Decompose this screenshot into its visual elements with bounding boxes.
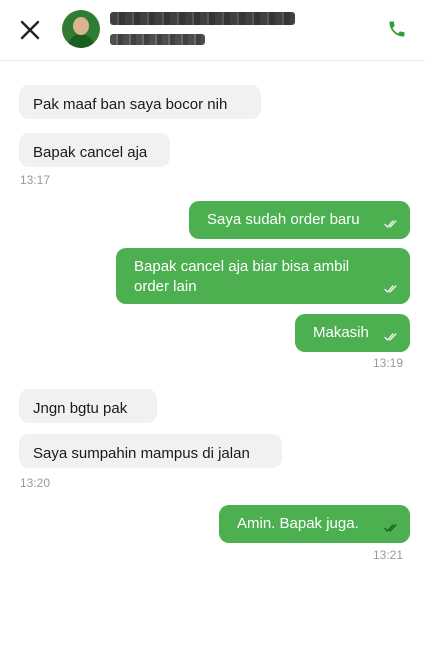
double-check-icon bbox=[384, 285, 397, 293]
timestamp: 13:19 bbox=[373, 356, 404, 370]
message-text: Makasih bbox=[313, 324, 369, 341]
timestamp: 13:21 bbox=[373, 548, 404, 562]
message-text: Pak maaf ban saya bocor nih bbox=[33, 96, 228, 113]
contact-subtitle-redacted bbox=[110, 34, 205, 45]
call-button[interactable] bbox=[382, 14, 412, 44]
incoming-message[interactable]: Pak maaf ban saya bocor nih bbox=[19, 85, 261, 119]
double-check-icon bbox=[384, 524, 397, 532]
message-text: Jngn bgtu pak bbox=[33, 400, 128, 417]
outgoing-message[interactable]: Saya sudah order baru bbox=[189, 201, 410, 239]
avatar-face bbox=[73, 17, 89, 35]
outgoing-message[interactable]: Amin. Bapak juga. bbox=[219, 505, 410, 543]
incoming-message[interactable]: Bapak cancel aja bbox=[19, 133, 170, 167]
message-text: Bapak cancel aja biar bisa ambil order l… bbox=[134, 258, 350, 295]
message-text: Saya sumpahin mampus di jalan bbox=[33, 445, 250, 462]
avatar[interactable] bbox=[62, 10, 100, 48]
chat-area[interactable]: Pak maaf ban saya bocor nih Bapak cancel… bbox=[0, 61, 425, 646]
close-icon bbox=[20, 20, 40, 40]
close-button[interactable] bbox=[14, 14, 46, 46]
double-check-icon bbox=[384, 333, 397, 341]
phone-icon bbox=[389, 21, 405, 37]
outgoing-message[interactable]: Makasih bbox=[295, 314, 410, 352]
outgoing-message[interactable]: Bapak cancel aja biar bisa ambil order l… bbox=[116, 248, 410, 304]
message-text: Bapak cancel aja bbox=[33, 144, 148, 161]
message-text: Amin. Bapak juga. bbox=[237, 515, 359, 532]
timestamp: 13:20 bbox=[20, 476, 51, 490]
timestamp: 13:17 bbox=[20, 173, 51, 187]
contact-name-redacted bbox=[110, 12, 295, 25]
incoming-message[interactable]: Saya sumpahin mampus di jalan bbox=[19, 434, 282, 468]
message-text: Saya sudah order baru bbox=[207, 211, 360, 228]
chat-header bbox=[0, 0, 425, 61]
double-check-icon bbox=[384, 220, 397, 228]
incoming-message[interactable]: Jngn bgtu pak bbox=[19, 389, 157, 423]
avatar-body bbox=[68, 34, 94, 48]
